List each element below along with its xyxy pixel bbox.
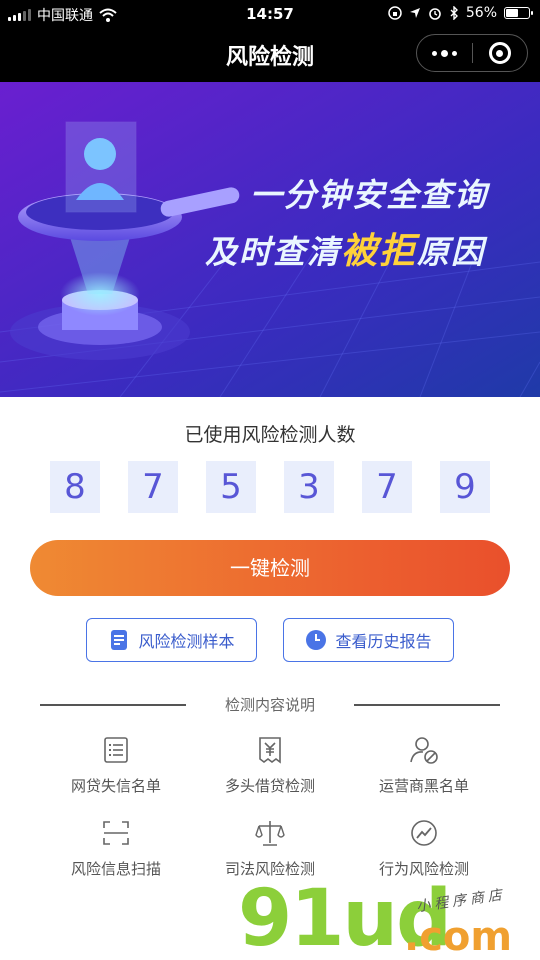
counter-digits: 8 7 5 3 7 9 xyxy=(50,461,490,513)
feature-item: 司法风险检测 xyxy=(190,818,350,888)
carrier-label: 中国联通 xyxy=(37,8,93,24)
feature-label: 风险信息扫描 xyxy=(70,860,161,878)
title-bar: 风险检测 xyxy=(0,28,540,82)
list-icon xyxy=(104,737,128,763)
counter-digit: 3 xyxy=(284,461,334,513)
counter-digit: 8 xyxy=(50,461,100,513)
counter-digit: 5 xyxy=(206,461,256,513)
scan-icon xyxy=(103,821,129,845)
counter-digit: 7 xyxy=(128,461,178,513)
history-report-label: 查看历史报告 xyxy=(335,632,432,651)
battery-fill xyxy=(506,9,518,17)
trend-icon xyxy=(411,820,437,846)
watermark: 91ud .com 小程序商店 xyxy=(238,874,538,960)
more-icon[interactable] xyxy=(417,35,472,71)
banner-line2-highlight: 被拒 xyxy=(341,231,418,272)
banner-line1-text: 一分钟安全查询 xyxy=(250,176,489,214)
location-icon xyxy=(409,8,420,18)
mini-program-capsule xyxy=(416,34,528,72)
feature-item: 运营商黑名单 xyxy=(344,735,504,805)
watermark-domain: .com xyxy=(404,914,513,960)
counter-digit: 7 xyxy=(362,461,412,513)
scale-icon xyxy=(255,821,285,846)
battery-percent: 56% xyxy=(465,5,497,21)
lock-rotation-icon xyxy=(388,6,402,20)
clock-icon xyxy=(306,630,327,650)
status-right: 56% xyxy=(388,5,533,21)
feature-item: 多头借贷检测 xyxy=(190,735,350,805)
feature-label: 网贷失信名单 xyxy=(70,777,161,795)
close-icon[interactable] xyxy=(472,35,527,71)
wifi-icon xyxy=(99,8,117,22)
banner-line2: 及时查清被拒原因 xyxy=(205,222,485,274)
feature-label: 行为风险检测 xyxy=(378,860,469,878)
section-divider-right xyxy=(354,704,500,706)
feature-label: 司法风险检测 xyxy=(224,860,315,878)
banner-line2-b: 原因 xyxy=(417,233,486,271)
counter-title: 已使用风险检测人数 xyxy=(184,424,356,446)
counter-digit: 9 xyxy=(440,461,490,513)
document-icon xyxy=(111,630,128,650)
feature-label: 运营商黑名单 xyxy=(378,777,469,795)
watermark-tagline: 小程序商店 xyxy=(415,886,507,916)
history-report-button[interactable]: 查看历史报告 xyxy=(283,618,454,662)
yuan-receipt-icon xyxy=(259,737,281,764)
hero-banner: 一分钟安全查询 一分钟安全查询 及时查清被拒原因 xyxy=(0,82,540,397)
one-click-check-button[interactable]: 一键检测 xyxy=(30,540,510,596)
status-left: 中国联通 xyxy=(8,5,117,25)
status-bar: 中国联通 14:57 56% xyxy=(0,0,540,28)
user-blocked-icon xyxy=(410,737,438,764)
sample-report-label: 风险检测样本 xyxy=(138,632,235,651)
feature-item: 网贷失信名单 xyxy=(36,735,196,805)
banner-line2-a: 及时查清 xyxy=(205,233,342,271)
feature-label: 多头借贷检测 xyxy=(224,777,315,795)
alarm-icon xyxy=(429,8,441,20)
bluetooth-icon xyxy=(450,6,458,20)
feature-item: 行为风险检测 xyxy=(344,818,504,888)
battery-icon xyxy=(504,7,533,19)
feature-item: 风险信息扫描 xyxy=(36,818,196,888)
sample-report-button[interactable]: 风险检测样本 xyxy=(86,618,257,662)
signal-icon xyxy=(8,9,31,21)
